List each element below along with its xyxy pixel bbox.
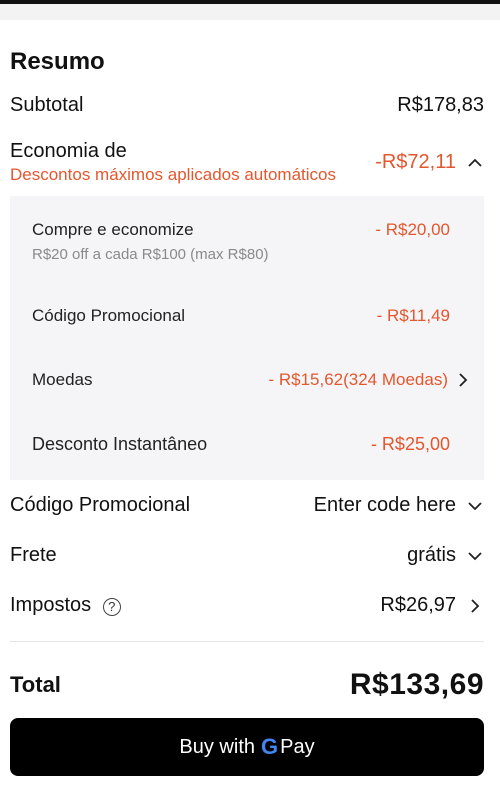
subtotal-row: Subtotal R$178,83 [10, 94, 484, 117]
total-value: R$133,69 [349, 668, 484, 701]
google-g-icon: G [261, 734, 278, 760]
chevron-right-icon[interactable] [466, 597, 484, 615]
help-icon[interactable]: ? [102, 597, 121, 616]
discount-value: - R$20,00 [375, 220, 450, 239]
chevron-right-icon[interactable] [454, 371, 472, 389]
savings-value: -R$72,11 [375, 151, 456, 173]
total-row: Total R$133,69 [10, 668, 484, 702]
chevron-up-icon[interactable] [466, 154, 484, 172]
taxes-value: R$26,97 [380, 594, 456, 616]
discount-text: Compre e economize R$20 off a cada R$100… [32, 220, 269, 263]
discount-value: - R$15,62(324 Moedas) [268, 370, 448, 389]
taxes-label: Impostos [10, 594, 92, 616]
savings-value-group: -R$72,11 [375, 151, 484, 174]
chevron-down-icon[interactable] [466, 547, 484, 565]
promo-code-group: Enter code here [314, 494, 484, 517]
discount-value: - R$25,00 [370, 434, 450, 454]
total-label: Total [10, 672, 61, 697]
shipping-label: Frete [10, 544, 57, 566]
promo-code-label: Código Promocional [10, 494, 191, 516]
chevron-down-icon[interactable] [466, 497, 484, 515]
discount-breakdown-panel: Compre e economize R$20 off a cada R$100… [10, 196, 484, 480]
shipping-row[interactable]: Frete grátis [10, 544, 484, 567]
google-pay-button[interactable]: Buy with G Pay [10, 718, 484, 776]
savings-subtitle: Descontos máximos aplicados automáticos [10, 165, 336, 184]
savings-label: Economia de [10, 140, 127, 162]
promo-code-row[interactable]: Código Promocional Enter code here [10, 494, 484, 517]
divider [10, 641, 484, 642]
subtotal-label: Subtotal [10, 94, 84, 116]
pay-button-suffix: Pay [280, 735, 315, 758]
discount-row-instant: Desconto Instantâneo - R$25,00 [32, 434, 450, 455]
taxes-row[interactable]: Impostos ? R$26,97 [10, 594, 484, 617]
savings-text: Economia de Descontos máximos aplicados … [10, 140, 336, 185]
taxes-label-group: Impostos ? [10, 594, 121, 617]
pay-button-prefix: Buy with [179, 735, 255, 758]
summary-title: Resumo [10, 48, 105, 75]
google-g-letter: G [261, 734, 279, 759]
promo-code-input[interactable]: Enter code here [314, 494, 456, 517]
discount-label: Moedas [32, 370, 93, 389]
top-spacer [0, 4, 500, 20]
discount-row-buy-save: Compre e economize R$20 off a cada R$100… [32, 220, 450, 263]
shipping-value: grátis [407, 544, 456, 566]
discount-row-coins[interactable]: Moedas - R$15,62(324 Moedas) [32, 370, 472, 390]
coins-value-group: - R$15,62(324 Moedas) [268, 370, 472, 390]
subtotal-value: R$178,83 [397, 94, 484, 116]
taxes-value-group: R$26,97 [380, 594, 484, 617]
discount-value: - R$11,49 [376, 306, 450, 325]
savings-row[interactable]: Economia de Descontos máximos aplicados … [10, 140, 484, 185]
discount-sublabel: R$20 off a cada R$100 (max R$80) [32, 246, 269, 263]
discount-label: Código Promocional [32, 306, 186, 325]
shipping-value-group: grátis [407, 544, 484, 567]
discount-row-promo-code: Código Promocional - R$11,49 [32, 306, 450, 326]
discount-label: Compre e economize [32, 220, 194, 239]
discount-label: Desconto Instantâneo [32, 434, 208, 454]
